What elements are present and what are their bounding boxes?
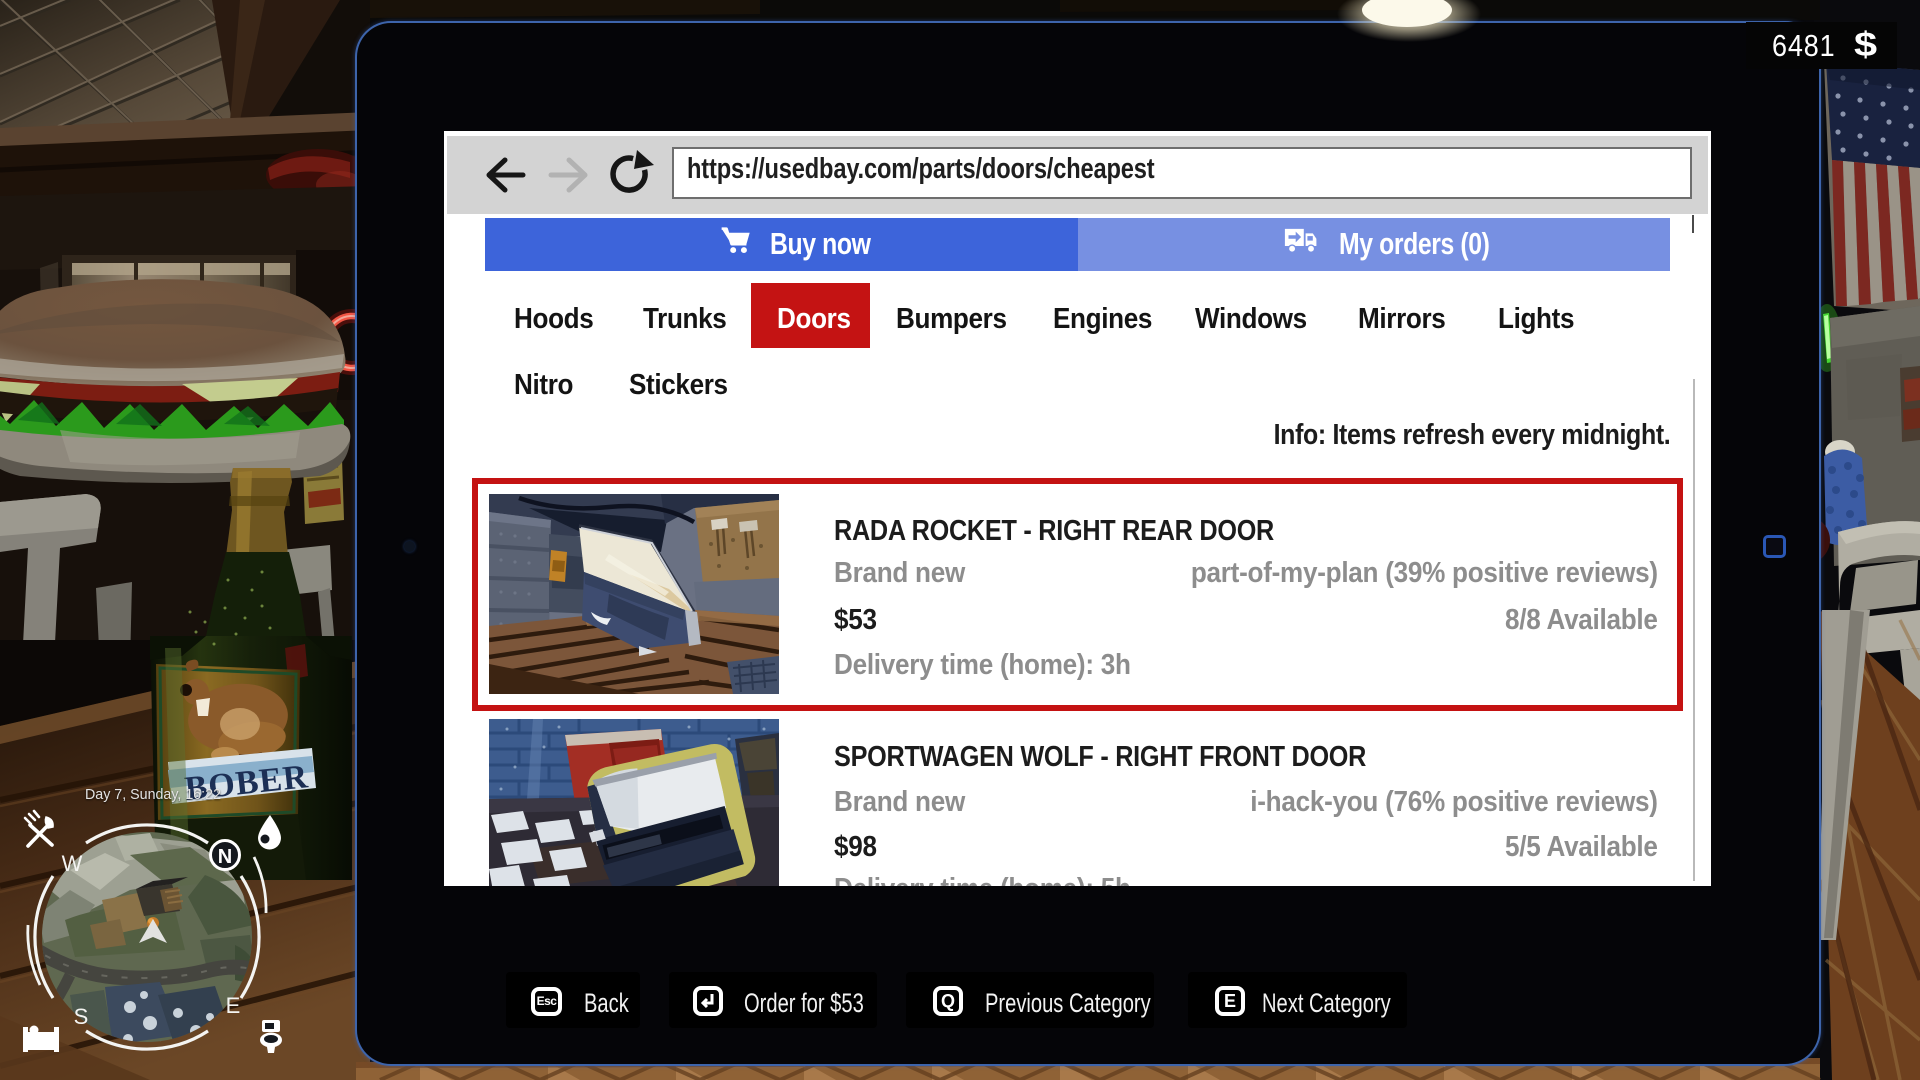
svg-text:S: S	[74, 1004, 89, 1029]
svg-text:N: N	[218, 846, 232, 868]
svg-text:W: W	[62, 851, 83, 876]
svg-text:E: E	[226, 993, 241, 1018]
